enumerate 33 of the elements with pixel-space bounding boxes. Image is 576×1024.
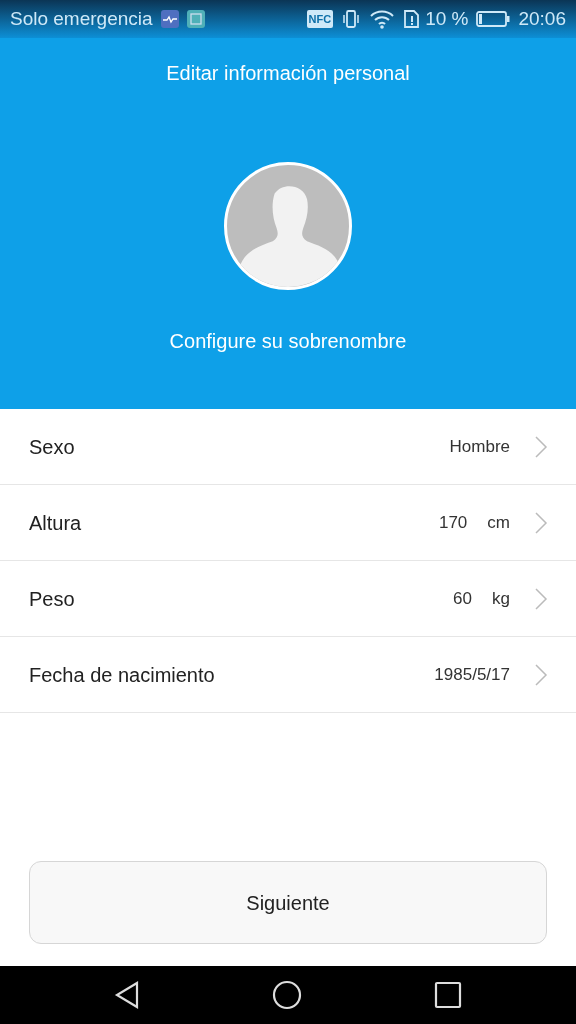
carrier-text: Solo emergencia [10,6,153,31]
recents-icon[interactable] [434,981,462,1009]
page-title: Editar información personal [166,61,410,86]
battery-percent: 10 % [425,6,469,31]
chevron-icon [534,586,548,611]
home-icon[interactable] [272,980,302,1010]
field-label: Altura [29,510,82,536]
chevron-icon [534,662,548,687]
field-label: Sexo [29,434,75,460]
health-app-icon [160,10,179,28]
chevron-icon [534,434,548,459]
unit-text: kg [492,587,510,610]
vibrate-icon [341,9,362,29]
field-value: Hombre [449,435,510,458]
field-row[interactable]: Altura 170 cm [0,485,576,561]
field-value: 1985/5/17 [434,663,510,686]
field-row[interactable]: Peso 60 kg [0,561,576,637]
chevron-icon [534,510,548,535]
next-button[interactable]: Siguiente [29,861,547,944]
field-row[interactable]: Fecha de nacimiento 1985/5/17 [0,637,576,713]
gallery-icon [186,10,205,28]
unit-text: cm [487,511,510,534]
field-label: Fecha de nacimiento [29,662,215,688]
wifi-icon [369,9,396,29]
nfc-icon: NFC [306,9,334,29]
field-value: 170 [438,511,468,534]
field-label: Peso [29,586,75,612]
back-icon[interactable] [114,981,140,1009]
sim-alert-icon [403,9,422,29]
battery-icon [476,11,511,27]
clock-time: 20:06 [518,6,566,31]
field-value: 60 [453,587,473,610]
field-row[interactable]: Sexo Hombre [0,409,576,485]
